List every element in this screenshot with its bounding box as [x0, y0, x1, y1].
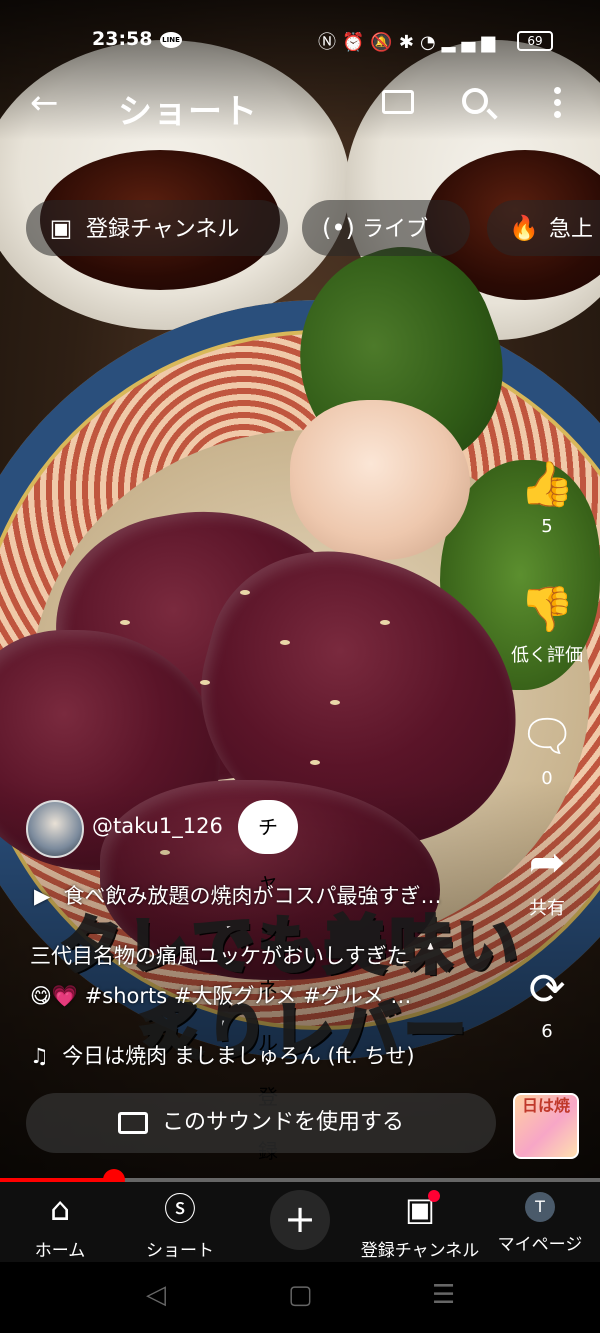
music-row[interactable]: ♫ 今日は焼肉 ましましゅろん (ft. ちせ) — [30, 1040, 415, 1070]
nav-label: 登録チャンネル — [360, 1241, 480, 1261]
page-title: ショート — [118, 92, 258, 132]
sesame-seed — [380, 620, 390, 625]
more-options-icon[interactable] — [552, 84, 562, 120]
play-icon: ▶ — [34, 884, 51, 908]
playlist-link[interactable]: ▶ 食べ飲み放題の焼肉がコスパ最強すぎ… — [34, 880, 442, 910]
signal-icon: ▂▄▆ — [441, 32, 502, 53]
avatar: T — [525, 1192, 555, 1222]
chip-trending[interactable]: 🔥 急上 — [487, 200, 600, 256]
home-icon: ⌂ — [49, 1190, 71, 1228]
system-navigation-bar: ◁ ▢ ☰ — [0, 1262, 600, 1333]
remix-count: 6 — [541, 1021, 553, 1042]
sesame-seed — [330, 700, 340, 705]
dislike-label: 低く評価 — [511, 645, 583, 666]
bottom-navigation: ⌂ ホーム ⓢ ショート + ▣ 登録チャンネル T マイページ — [0, 1182, 600, 1262]
create-button[interactable]: + — [270, 1190, 330, 1250]
app-header: ← ショート — [0, 78, 600, 138]
channel-avatar[interactable] — [26, 800, 84, 858]
comment-count: 0 — [541, 768, 553, 789]
sesame-seed — [280, 640, 290, 645]
music-note-icon: ♫ — [30, 1044, 49, 1068]
status-icons: Ⓝ⏰🔕✱◔▂▄▆ — [318, 28, 501, 54]
use-sound-button[interactable]: このサウンドを使用する — [26, 1093, 496, 1153]
nav-label: ショート — [146, 1241, 214, 1261]
cast-icon[interactable] — [382, 90, 414, 114]
sound-thumbnail[interactable]: 日は焼 — [513, 1093, 579, 1159]
like-count: 5 — [541, 516, 553, 537]
description-line2[interactable]: 😋💗 #shorts #大阪グルメ #グルメ … — [30, 980, 411, 1010]
nav-shorts[interactable]: ⓢ ショート — [120, 1188, 240, 1261]
nfc-icon: Ⓝ — [318, 32, 342, 53]
line-notification-icon: LINE — [160, 32, 182, 48]
bluetooth-icon: ✱ — [398, 32, 420, 53]
battery-indicator: 69 — [517, 31, 553, 51]
channel-handle[interactable]: @taku1_126 — [92, 814, 223, 838]
chip-subscriptions[interactable]: ▣ 登録チャンネル — [26, 200, 288, 256]
sesame-seed — [310, 760, 320, 765]
trending-icon: 🔥 — [509, 214, 539, 242]
subscriptions-icon: ▣ — [404, 1190, 436, 1228]
camera-icon — [117, 1112, 148, 1134]
thumbs-down-icon: 👎 — [519, 584, 575, 635]
live-icon: (•) — [322, 214, 355, 242]
clock: 23:58 — [92, 28, 153, 50]
nav-mypage[interactable]: T マイページ — [480, 1188, 600, 1255]
wifi-icon: ◔ — [419, 32, 442, 53]
plus-icon: + — [284, 1197, 316, 1241]
shorts-icon: ⓢ — [163, 1190, 196, 1228]
home-square-icon[interactable]: ▢ — [288, 1280, 313, 1310]
search-icon[interactable] — [462, 88, 488, 114]
nav-label: ホーム — [34, 1241, 86, 1261]
subscriptions-icon: ▣ — [49, 214, 73, 242]
comment-icon: 🗨 — [519, 711, 575, 762]
sesame-seed — [240, 590, 250, 595]
share-icon: ➦ — [528, 837, 566, 888]
chip-label: 登録チャンネル — [86, 217, 240, 242]
subscribe-button[interactable]: チャンネル登録 — [238, 800, 298, 1163]
alarm-icon: ⏰ — [342, 32, 371, 53]
nav-subscriptions[interactable]: ▣ 登録チャンネル — [360, 1188, 480, 1261]
nav-label: マイページ — [497, 1235, 583, 1255]
chip-live[interactable]: (•) ライブ — [302, 200, 470, 256]
notification-dot — [428, 1190, 440, 1202]
use-sound-label: このサウンドを使用する — [161, 1110, 404, 1135]
description-line1[interactable]: 三代目名物の痛風ユッケがおいしすぎた — [30, 940, 408, 970]
music-title: 今日は焼肉 ましましゅろん (ft. ちせ) — [62, 1044, 415, 1068]
like-button[interactable]: 👍 5 — [502, 459, 592, 538]
back-triangle-icon[interactable]: ◁ — [146, 1280, 166, 1310]
sesame-seed — [200, 680, 210, 685]
comment-button[interactable]: 🗨 0 — [502, 711, 592, 790]
chip-label: 急上 — [549, 217, 594, 242]
back-arrow-icon[interactable]: ← — [30, 86, 59, 120]
status-bar: 23:58 LINE Ⓝ⏰🔕✱◔▂▄▆ 69 — [0, 22, 600, 60]
nav-home[interactable]: ⌂ ホーム — [0, 1188, 120, 1261]
playlist-text: 食べ飲み放題の焼肉がコスパ最強すぎ… — [63, 884, 442, 908]
chip-label: ライブ — [362, 217, 429, 242]
sesame-seed — [120, 620, 130, 625]
sound-thumbnail-text: 日は焼 — [521, 1096, 570, 1115]
recents-menu-icon[interactable]: ☰ — [432, 1280, 455, 1310]
dislike-button[interactable]: 👎 低く評価 — [502, 585, 592, 667]
thumbs-up-icon: 👍 — [519, 459, 575, 510]
mute-icon: 🔕 — [370, 32, 399, 53]
